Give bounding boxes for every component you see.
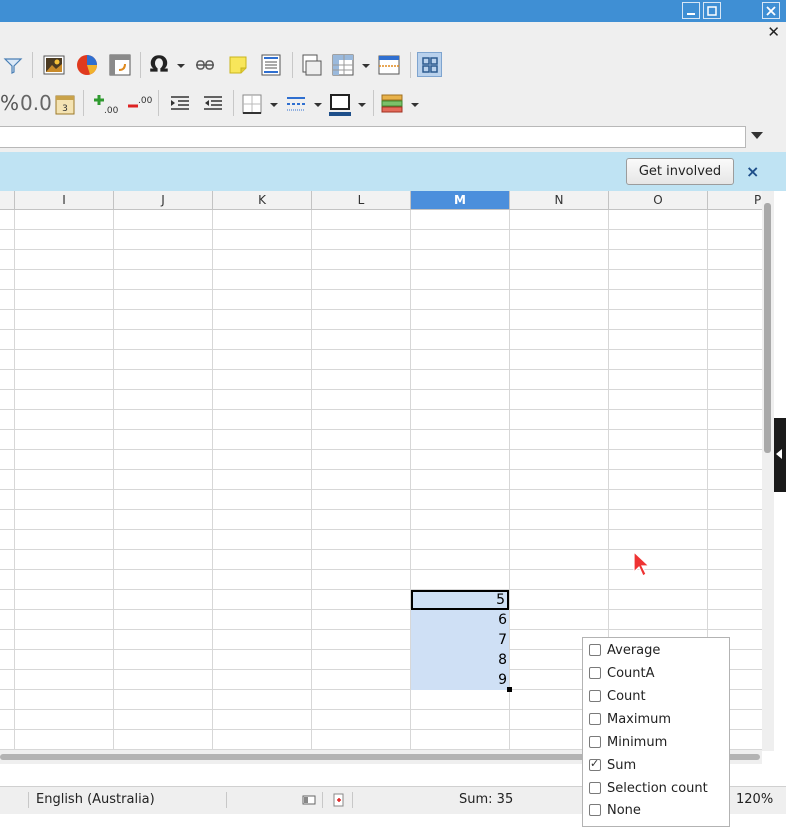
menu-item-maximum[interactable]: Maximum <box>589 709 671 729</box>
border-color-icon[interactable] <box>327 92 353 118</box>
count-checkbox[interactable] <box>589 690 601 702</box>
delete-decimal-place-icon[interactable]: .00 <box>126 92 152 116</box>
split-window-icon[interactable] <box>377 53 401 77</box>
selection-sum-status[interactable]: Sum: 35 <box>459 792 513 807</box>
decrease-indent-icon[interactable] <box>201 92 225 116</box>
pivot-table-icon[interactable] <box>108 53 132 77</box>
infobar-close-icon[interactable]: × <box>746 162 759 181</box>
conditional-format-icon[interactable] <box>380 92 404 116</box>
sidebar-toggle-icon[interactable] <box>417 52 442 77</box>
column-header-i[interactable]: I <box>15 191 114 209</box>
freeze-dropdown-icon[interactable] <box>362 64 370 68</box>
conditional-format-dropdown-icon[interactable] <box>411 103 419 107</box>
column-header-m[interactable]: M <box>411 191 510 209</box>
add-decimal-place-icon[interactable]: .00 <box>92 92 118 116</box>
column-header-l[interactable]: L <box>312 191 411 209</box>
menu-item-none[interactable]: None <box>589 800 641 820</box>
svg-text:.00: .00 <box>104 106 118 115</box>
hyperlink-icon[interactable] <box>193 53 217 77</box>
column-header-p[interactable]: P <box>708 191 762 209</box>
column-headers: I J K L M N O P <box>0 191 762 210</box>
menu-item-label: Sum <box>607 757 637 773</box>
standard-toolbar: Ω <box>0 44 786 112</box>
infobar: Get involved × <box>0 152 786 191</box>
autofilter-icon[interactable] <box>2 54 24 76</box>
window-titlebar <box>0 0 786 22</box>
borders-icon[interactable] <box>240 92 264 116</box>
document-close-icon[interactable]: ✕ <box>767 23 780 41</box>
menu-item-label: Maximum <box>607 711 672 727</box>
menu-item-count[interactable]: Count <box>589 686 646 706</box>
freeze-rows-columns-icon[interactable] <box>331 53 355 77</box>
number-format-button[interactable]: 0.0 <box>20 91 52 115</box>
sum-checkbox[interactable] <box>589 757 601 771</box>
menu-item-label: Selection count <box>607 780 708 796</box>
formatting-toolbar: % 0.0 3 .00 .00 <box>0 84 786 123</box>
menu-item-label: Average <box>607 642 661 658</box>
insert-image-icon[interactable] <box>42 53 66 77</box>
svg-text:3: 3 <box>62 104 68 114</box>
vertical-scrollbar[interactable] <box>762 191 774 751</box>
cell-m-active[interactable]: 5 <box>411 590 509 610</box>
expand-formula-icon[interactable] <box>751 132 763 139</box>
menu-item-average[interactable]: Average <box>589 640 660 660</box>
language-status[interactable]: English (Australia) <box>36 792 155 807</box>
none-checkbox[interactable] <box>589 804 601 816</box>
border-color-dropdown-icon[interactable] <box>358 103 366 107</box>
sidebar-collapse-handle[interactable] <box>774 418 786 492</box>
minimize-icon[interactable] <box>682 2 700 19</box>
column-header-k[interactable]: K <box>213 191 312 209</box>
define-print-area-icon[interactable] <box>299 53 323 77</box>
cell-m-selected[interactable]: 9 <box>411 670 509 690</box>
border-style-icon[interactable] <box>284 92 308 116</box>
svg-text:.00: .00 <box>138 96 152 106</box>
date-format-icon[interactable]: 3 <box>53 92 77 116</box>
border-style-dropdown-icon[interactable] <box>314 103 322 107</box>
menu-item-label: CountA <box>607 665 655 681</box>
zoom-level[interactable]: 120% <box>736 792 773 807</box>
statusbar-function-menu: Average CountA Count Maximum Minimum Sum… <box>582 637 730 827</box>
counta-checkbox[interactable] <box>589 667 601 679</box>
window-close-icon[interactable] <box>762 2 780 19</box>
menu-item-counta[interactable]: CountA <box>589 663 655 683</box>
menu-item-selection-count[interactable]: Selection count <box>589 778 708 798</box>
column-header-partial[interactable] <box>0 191 15 209</box>
fill-handle[interactable] <box>507 687 512 692</box>
menu-item-label: Minimum <box>607 734 668 750</box>
menu-item-label: Count <box>607 688 646 704</box>
cell-m-selected[interactable]: 7 <box>411 630 509 650</box>
column-header-n[interactable]: N <box>510 191 609 209</box>
special-character-icon[interactable]: Ω <box>146 52 172 78</box>
maximum-checkbox[interactable] <box>589 713 601 725</box>
column-header-j[interactable]: J <box>114 191 213 209</box>
cell-m-selected[interactable]: 6 <box>411 610 509 630</box>
menu-item-label: None <box>607 802 641 818</box>
menu-item-sum[interactable]: Sum <box>589 755 636 775</box>
average-checkbox[interactable] <box>589 644 601 656</box>
special-character-dropdown-icon[interactable] <box>177 64 185 68</box>
header-footer-icon[interactable] <box>259 53 283 77</box>
vertical-scroll-thumb[interactable] <box>764 203 771 453</box>
increase-indent-icon[interactable] <box>168 92 192 116</box>
menu-item-minimum[interactable]: Minimum <box>589 732 667 752</box>
cell-m-selected[interactable]: 8 <box>411 650 509 670</box>
minimum-checkbox[interactable] <box>589 736 601 748</box>
borders-dropdown-icon[interactable] <box>270 103 278 107</box>
formula-input[interactable] <box>0 126 746 148</box>
document-modified-icon[interactable] <box>332 793 346 807</box>
maximize-icon[interactable] <box>703 2 721 19</box>
selection-count-checkbox[interactable] <box>589 782 601 794</box>
menu-bar: ✕ <box>0 22 786 44</box>
get-involved-button[interactable]: Get involved <box>626 158 734 185</box>
comment-icon[interactable] <box>226 53 250 77</box>
percent-format-button[interactable]: % <box>0 91 19 115</box>
insert-chart-icon[interactable] <box>75 53 99 77</box>
selection-mode-icon[interactable] <box>302 794 316 806</box>
formula-bar <box>0 122 786 152</box>
mouse-pointer-icon <box>632 550 652 582</box>
column-header-o[interactable]: O <box>609 191 708 209</box>
